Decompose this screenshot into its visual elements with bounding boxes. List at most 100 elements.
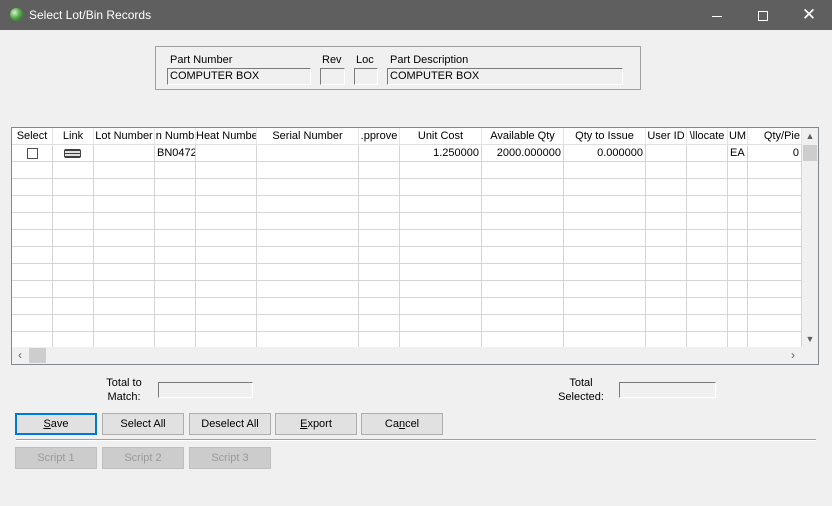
col-header-bin-number[interactable]: n Numb: [155, 128, 196, 145]
empty-cell: [359, 281, 400, 298]
link-icon[interactable]: [64, 149, 81, 158]
lot-number-cell[interactable]: [94, 145, 155, 162]
allocated-cell[interactable]: [687, 145, 728, 162]
col-header-qty-to-issue[interactable]: Qty to Issue: [564, 128, 646, 145]
empty-cell: [564, 162, 646, 179]
script-1-button[interactable]: Script 1: [15, 447, 97, 469]
qty-to-issue-cell[interactable]: 0.000000: [564, 145, 646, 162]
minimize-button[interactable]: [694, 0, 740, 30]
empty-cell: [94, 179, 155, 196]
deselect-all-button[interactable]: Deselect All: [189, 413, 271, 435]
user-id-cell[interactable]: [646, 145, 687, 162]
maximize-button[interactable]: [740, 0, 786, 30]
empty-cell: [359, 247, 400, 264]
empty-cell: [12, 162, 53, 179]
col-header-lot-number[interactable]: Lot Number: [94, 128, 155, 145]
col-header-unit-cost[interactable]: Unit Cost: [400, 128, 482, 145]
empty-cell: [12, 230, 53, 247]
empty-cell: [646, 281, 687, 298]
empty-cell: [400, 315, 482, 332]
total-to-match-label: Total to Match:: [96, 376, 152, 404]
empty-cell: [155, 298, 196, 315]
minimize-icon: [712, 15, 722, 17]
select-all-button[interactable]: Select All: [102, 413, 184, 435]
scroll-down-icon[interactable]: ▼: [802, 331, 818, 347]
col-header-um[interactable]: UM: [728, 128, 748, 145]
save-label-rest: ave: [50, 418, 69, 430]
empty-cell: [196, 247, 257, 264]
qty-per-piece-cell[interactable]: 0: [748, 145, 802, 162]
cancel-button[interactable]: Cancel: [361, 413, 443, 435]
export-label-rest: xport: [307, 418, 332, 430]
available-qty-cell[interactable]: 2000.000000: [482, 145, 564, 162]
empty-cell: [748, 162, 802, 179]
um-cell[interactable]: EA: [728, 145, 748, 162]
total-selected-field: [619, 382, 716, 398]
empty-cell: [728, 264, 748, 281]
cancel-label-rest: cel: [405, 418, 420, 430]
empty-cell: [155, 264, 196, 281]
col-header-qty-per-piece[interactable]: Qty/Pie: [748, 128, 802, 145]
empty-cell: [12, 315, 53, 332]
part-description-field: COMPUTER BOX: [387, 68, 623, 85]
export-button[interactable]: Export: [275, 413, 357, 435]
empty-cell: [564, 264, 646, 281]
empty-cell: [53, 230, 94, 247]
serial-number-cell[interactable]: [257, 145, 359, 162]
col-header-link[interactable]: Link: [53, 128, 94, 145]
empty-cell: [564, 179, 646, 196]
lot-bin-grid[interactable]: Select Link Lot Number n Numb Heat Numbe…: [11, 127, 819, 365]
empty-cell: [748, 179, 802, 196]
link-cell[interactable]: [53, 145, 94, 162]
empty-cell: [257, 213, 359, 230]
col-header-approved[interactable]: .pprove: [359, 128, 400, 145]
script-3-button[interactable]: Script 3: [189, 447, 271, 469]
vertical-scrollbar[interactable]: ▲ ▼: [802, 128, 818, 347]
scroll-right-icon[interactable]: ›: [785, 347, 801, 364]
vertical-scroll-thumb[interactable]: [803, 145, 817, 161]
empty-cell: [155, 213, 196, 230]
empty-cell: [53, 281, 94, 298]
empty-cell: [482, 298, 564, 315]
horizontal-scrollbar[interactable]: ‹ ›: [12, 347, 818, 364]
save-button[interactable]: Save: [15, 413, 97, 435]
title-bar: Select Lot/Bin Records ✕: [0, 0, 832, 30]
empty-cell: [687, 281, 728, 298]
empty-cell: [687, 298, 728, 315]
col-header-user-id[interactable]: User ID: [646, 128, 687, 145]
empty-cell: [646, 196, 687, 213]
horizontal-scroll-thumb[interactable]: [29, 348, 46, 363]
scroll-up-icon[interactable]: ▲: [802, 128, 818, 144]
empty-cell: [196, 196, 257, 213]
empty-cell: [12, 281, 53, 298]
approved-cell[interactable]: [359, 145, 400, 162]
empty-cell: [359, 298, 400, 315]
col-header-allocated[interactable]: \llocate: [687, 128, 728, 145]
total-selected-label: Total Selected:: [556, 376, 606, 404]
col-header-heat-number[interactable]: Heat Numbe: [196, 128, 257, 145]
unit-cost-cell[interactable]: 1.250000: [400, 145, 482, 162]
empty-cell: [359, 315, 400, 332]
bin-number-cell[interactable]: BN0472: [155, 145, 196, 162]
empty-cell: [728, 281, 748, 298]
scroll-left-icon[interactable]: ‹: [12, 347, 28, 364]
empty-cell: [400, 213, 482, 230]
part-number-label: Part Number: [170, 54, 233, 66]
rev-label: Rev: [322, 54, 342, 66]
empty-cell: [257, 179, 359, 196]
col-header-select[interactable]: Select: [12, 128, 53, 145]
empty-cell: [196, 264, 257, 281]
empty-cell: [257, 281, 359, 298]
select-checkbox[interactable]: [27, 148, 38, 159]
empty-cell: [94, 230, 155, 247]
col-header-serial-number[interactable]: Serial Number: [257, 128, 359, 145]
heat-number-cell[interactable]: [196, 145, 257, 162]
empty-cell: [53, 179, 94, 196]
empty-cell: [359, 196, 400, 213]
empty-cell: [196, 315, 257, 332]
empty-cell: [155, 315, 196, 332]
script-2-button[interactable]: Script 2: [102, 447, 184, 469]
select-cell[interactable]: [12, 145, 53, 162]
col-header-available-qty[interactable]: Available Qty: [482, 128, 564, 145]
close-button[interactable]: ✕: [786, 0, 832, 30]
